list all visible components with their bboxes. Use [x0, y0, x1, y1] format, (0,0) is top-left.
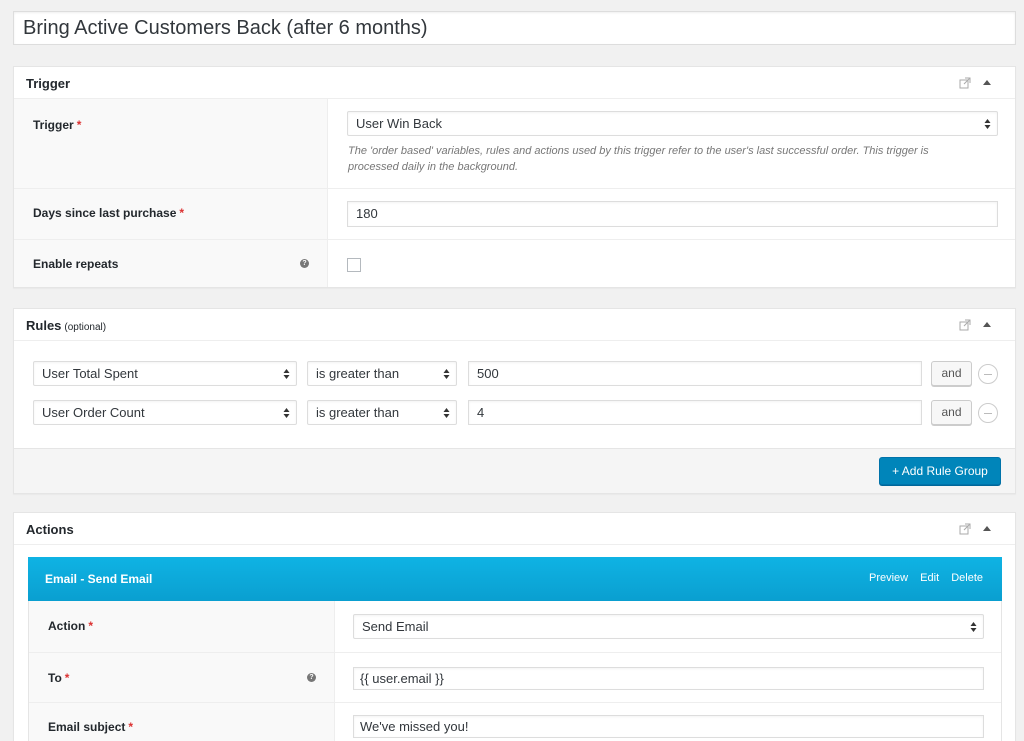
remove-rule-button[interactable]: [978, 364, 998, 384]
action-header[interactable]: Email - Send Email Preview Edit Delete: [28, 557, 1002, 601]
select-arrows-icon: [984, 118, 991, 129]
preview-link[interactable]: Preview: [869, 572, 908, 584]
rules-box-header[interactable]: Rules (optional): [14, 309, 1015, 341]
repeats-label: Enable repeats: [33, 257, 119, 271]
actions-box-title: Actions: [26, 522, 74, 537]
repeats-field-row: Enable repeats ?: [14, 239, 1015, 287]
action-label: Action *: [48, 619, 94, 633]
trigger-box-title: Trigger: [26, 76, 71, 91]
action-select-value: Send Email: [362, 619, 429, 634]
actions-box: Actions Email - Send Email Preview Edit …: [13, 512, 1016, 741]
to-input[interactable]: {{ user.email }}: [353, 667, 984, 690]
trigger-select[interactable]: User Win Back: [347, 111, 998, 136]
collapse-arrow-icon[interactable]: [981, 77, 993, 89]
edit-link[interactable]: Edit: [920, 572, 939, 584]
days-label-cell: Days since last purchase *: [14, 189, 328, 239]
action-select[interactable]: Send Email: [353, 614, 984, 639]
action-label-cell: Action *: [29, 601, 335, 652]
to-label-cell: To * ?: [29, 653, 335, 702]
rule-value-input[interactable]: 4: [468, 400, 922, 425]
trigger-label-cell: Trigger *: [14, 99, 328, 188]
trigger-description: The 'order based' variables, rules and a…: [348, 145, 929, 173]
trigger-box-header[interactable]: Trigger: [14, 67, 1015, 99]
external-link-icon[interactable]: [959, 523, 971, 535]
enable-repeats-checkbox[interactable]: [347, 258, 361, 272]
to-label: To *: [48, 671, 70, 685]
subject-field-row: Email subject * We've missed you!: [29, 702, 1001, 741]
repeats-label-cell: Enable repeats ?: [14, 240, 328, 287]
days-label: Days since last purchase *: [33, 206, 185, 220]
select-arrows-icon: [283, 407, 290, 418]
remove-rule-button[interactable]: [978, 403, 998, 423]
subject-label: Email subject *: [48, 720, 134, 734]
rule-operator-value: is greater than: [316, 366, 400, 381]
rule-operator-select[interactable]: is greater than: [307, 400, 457, 425]
to-field-row: To * ? {{ user.email }}: [29, 652, 1001, 702]
rule-value-input[interactable]: 500: [468, 361, 922, 386]
select-arrows-icon: [443, 368, 450, 379]
subject-input[interactable]: We've missed you!: [353, 715, 984, 738]
collapse-arrow-icon[interactable]: [981, 319, 993, 331]
collapse-arrow-icon[interactable]: [981, 523, 993, 535]
actions-box-header[interactable]: Actions: [14, 513, 1015, 545]
add-rule-group-button[interactable]: + Add Rule Group: [879, 457, 1001, 485]
delete-link[interactable]: Delete: [951, 572, 983, 584]
help-icon[interactable]: ?: [300, 259, 309, 268]
select-arrows-icon: [970, 621, 977, 632]
rule-field-value: User Order Count: [42, 405, 145, 420]
workflow-title-input[interactable]: Bring Active Customers Back (after 6 mon…: [13, 11, 1016, 45]
rule-field-select[interactable]: User Total Spent: [33, 361, 297, 386]
help-icon[interactable]: ?: [307, 673, 316, 682]
trigger-select-value: User Win Back: [356, 116, 442, 131]
external-link-icon[interactable]: [959, 319, 971, 331]
trigger-box: Trigger Trigger * User Win Back The 'orde…: [13, 66, 1016, 288]
days-input[interactable]: 180: [347, 201, 998, 227]
rules-box-title: Rules (optional): [26, 318, 107, 333]
rule-operator-select[interactable]: is greater than: [307, 361, 457, 386]
days-field-row: Days since last purchase * 180: [14, 188, 1015, 239]
select-arrows-icon: [443, 407, 450, 418]
select-arrows-icon: [283, 368, 290, 379]
subject-label-cell: Email subject *: [29, 703, 335, 741]
action-body: Action * Send Email To * ? {{ user.email }…: [28, 601, 1002, 741]
and-button[interactable]: and: [931, 361, 972, 386]
action-title: Email - Send Email: [45, 572, 153, 586]
external-link-icon[interactable]: [959, 77, 971, 89]
trigger-field-row: Trigger * User Win Back The 'order based'…: [14, 99, 1015, 188]
rule-field-select[interactable]: User Order Count: [33, 400, 297, 425]
and-button[interactable]: and: [931, 400, 972, 425]
rules-footer: + Add Rule Group: [14, 448, 1015, 493]
action-field-row: Action * Send Email: [29, 601, 1001, 652]
rules-box: Rules (optional) User Total Spent is grea…: [13, 308, 1016, 494]
rule-operator-value: is greater than: [316, 405, 400, 420]
trigger-label: Trigger *: [33, 118, 82, 132]
action-links: Preview Edit Delete: [860, 572, 983, 584]
rule-field-value: User Total Spent: [42, 366, 138, 381]
